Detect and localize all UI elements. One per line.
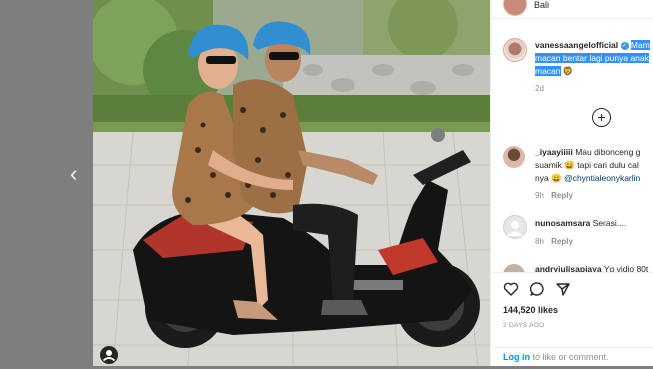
share-icon[interactable] — [555, 281, 571, 297]
heart-icon[interactable] — [503, 281, 519, 297]
comment-username[interactable]: _iyaayiiiii — [535, 147, 573, 157]
login-prompt: Log in to like or comment. — [491, 347, 653, 362]
comment-body: tapi cari dulu cal — [577, 160, 639, 170]
grinning-emoji: 😄 — [564, 160, 575, 170]
post-sidebar: Bali vanessaangelofficial ✓ Mam macan be… — [490, 0, 653, 366]
comment-meta: 9h Reply — [535, 191, 573, 200]
avatar[interactable] — [503, 0, 527, 16]
lion-emoji: 🦁 — [562, 66, 574, 76]
location-link[interactable]: Bali — [534, 0, 549, 10]
comment-text: _iyaayiiiii Mau dibonceng g suamik 😄 tap… — [535, 146, 653, 185]
comment-body: suamik — [535, 160, 562, 170]
comment-body: Serasi.... — [592, 218, 627, 228]
caption-time[interactable]: 2d — [535, 84, 544, 93]
comment-body: nya — [535, 173, 549, 183]
caption-username[interactable]: vanessaangelofficial — [535, 40, 618, 50]
login-text: to like or comment. — [532, 352, 609, 362]
likes-count[interactable]: 144,520 likes — [503, 305, 558, 315]
grinning-emoji: 😄 — [551, 173, 562, 183]
chevron-left-icon[interactable]: ‹ — [70, 160, 90, 188]
post-header: Bali — [491, 0, 653, 19]
avatar[interactable] — [503, 215, 527, 239]
post-actions: 144,520 likes 2 DAYS AGO Log in to like … — [491, 272, 653, 366]
avatar[interactable] — [503, 146, 525, 168]
avatar[interactable] — [503, 38, 527, 62]
comment-body: Mau dibonceng g — [575, 147, 641, 157]
comment-time[interactable]: 8h — [535, 237, 544, 246]
user-tag-icon[interactable] — [100, 346, 118, 364]
caption-text: vanessaangelofficial ✓ Mam macan bentar … — [535, 39, 653, 78]
comment-mention[interactable]: @chyntialeonykarlin — [564, 173, 640, 183]
login-link[interactable]: Log in — [503, 352, 530, 362]
comment-meta: 8h Reply — [535, 237, 573, 246]
reply-button[interactable]: Reply — [551, 237, 573, 246]
comment-icon[interactable] — [529, 281, 545, 297]
plus-circle-icon[interactable]: + — [592, 108, 611, 127]
comment-time[interactable]: 9h — [535, 191, 544, 200]
verified-badge-icon: ✓ — [620, 41, 629, 50]
reply-button[interactable]: Reply — [551, 191, 573, 200]
comment-username[interactable]: nunosamsara — [535, 218, 590, 228]
post-photo[interactable] — [93, 0, 490, 366]
comment-text: nunosamsara Serasi.... — [535, 217, 653, 230]
post-date: 2 DAYS AGO — [503, 322, 545, 329]
